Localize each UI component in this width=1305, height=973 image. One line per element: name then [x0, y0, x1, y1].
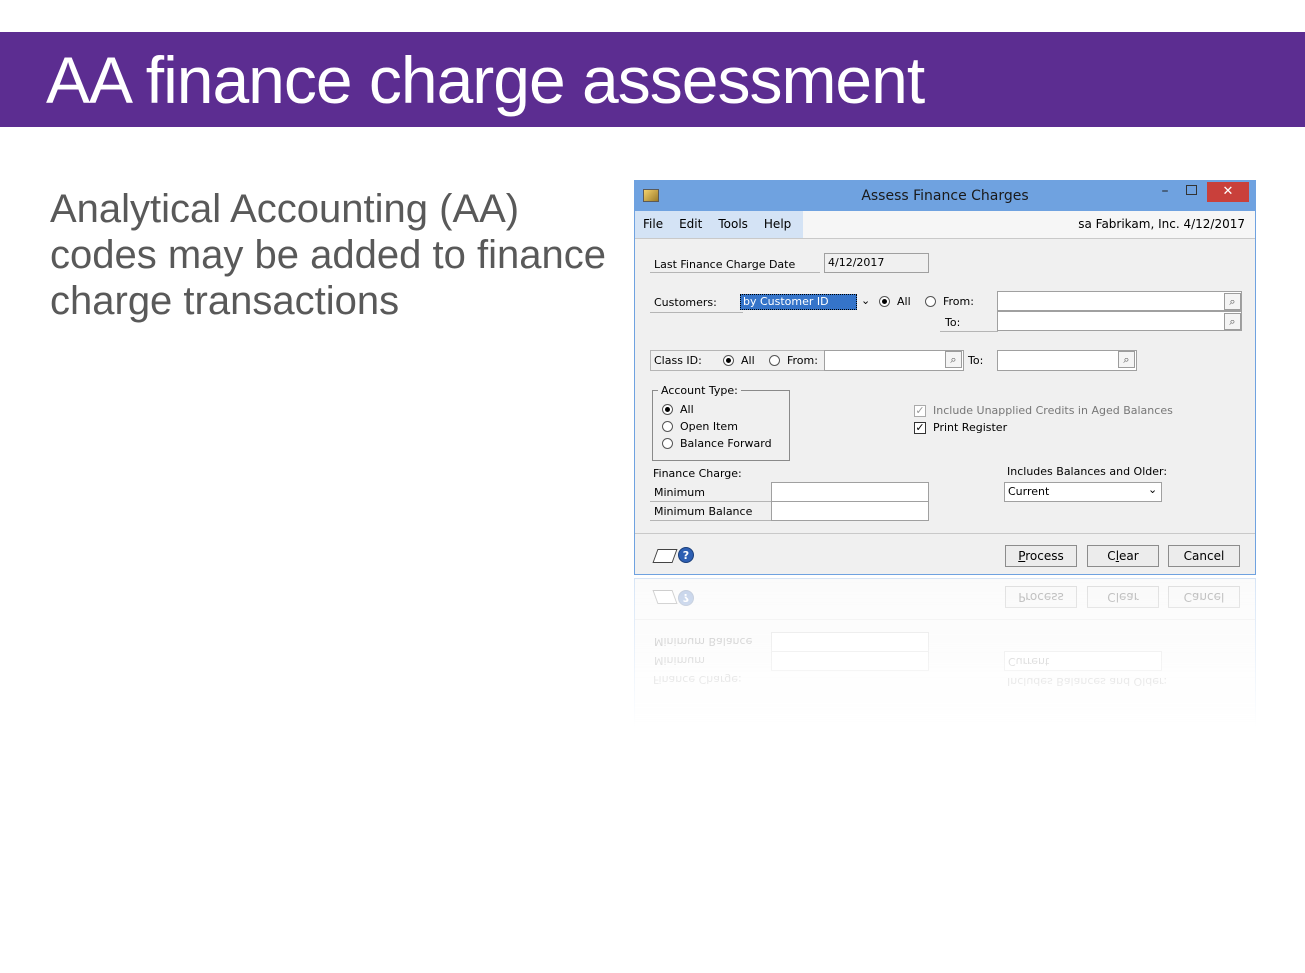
print-register-label: Print Register [933, 421, 1008, 434]
window-reflection: Finance Charge: Minimum Minimum Balance … [634, 578, 1256, 973]
process-button[interactable]: Process [1005, 545, 1077, 567]
account-type-label: Account Type: [658, 384, 741, 397]
divider [940, 331, 998, 332]
menu-edit[interactable]: Edit [671, 211, 710, 238]
minimum-balance-input [771, 632, 929, 652]
account-type-all-radio[interactable] [662, 404, 673, 415]
class-id-from-radio[interactable] [769, 355, 780, 366]
last-finance-charge-date-label: Last Finance Charge Date [654, 258, 796, 271]
class-id-from-input[interactable] [824, 350, 964, 371]
clear-button-label: ear [1119, 549, 1139, 563]
window-titlebar: Assess Finance Charges – ✕ [635, 181, 1255, 211]
process-button-label: rocess [1025, 549, 1064, 563]
clear-button-mnemonic: l [1115, 590, 1120, 604]
customers-sort-select[interactable]: by Customer ID [740, 294, 857, 310]
minimum-input[interactable] [771, 482, 929, 502]
maximize-button[interactable] [1181, 183, 1201, 199]
menu-tools[interactable]: Tools [710, 211, 756, 238]
help-icon: ? [678, 590, 694, 606]
class-id-from-label: From: [787, 354, 818, 367]
menu-file[interactable]: File [635, 211, 671, 238]
print-register-checkbox[interactable]: ✓ [914, 422, 926, 434]
class-id-to-input[interactable] [997, 350, 1137, 371]
includes-balances-select: Current [1004, 651, 1162, 671]
assess-finance-charges-window: Assess Finance Charges – ✕ File Edit Too… [634, 180, 1256, 575]
customers-to-label: To: [945, 316, 961, 329]
minimum-balance-label: Minimum Balance [654, 635, 753, 648]
minimum-input [771, 651, 929, 671]
customers-from-input[interactable] [997, 291, 1242, 311]
clear-button-c: C [1107, 549, 1116, 563]
process-button-mnemonic: P [1018, 590, 1026, 604]
customers-all-radio[interactable] [879, 296, 890, 307]
class-id-to-label: To: [968, 354, 984, 367]
includes-balances-label: Includes Balances and Older: [1007, 465, 1168, 478]
finance-charge-label: Finance Charge: [653, 467, 742, 480]
menu-bar: File Edit Tools Help sa Fabrikam, Inc. 4… [635, 211, 1255, 239]
customers-from-radio[interactable] [925, 296, 936, 307]
cancel-button: Cancel [1168, 586, 1240, 608]
customers-from-label: From: [943, 295, 974, 308]
chevron-down-icon[interactable]: ⌄ [1148, 483, 1157, 496]
minimize-button[interactable]: – [1155, 183, 1175, 201]
customers-to-input[interactable] [997, 311, 1242, 331]
minimum-balance-label: Minimum Balance [654, 505, 753, 518]
include-unapplied-label: Include Unapplied Credits in Aged Balanc… [933, 404, 1173, 417]
menu-help[interactable]: Help [756, 211, 799, 238]
finance-charge-label: Finance Charge: [653, 673, 742, 686]
include-unapplied-checkbox[interactable]: ✓ [914, 405, 926, 417]
clear-button: Clear [1087, 586, 1159, 608]
process-button-label: rocess [1025, 590, 1064, 604]
divider [650, 312, 743, 313]
clear-button-label: ear [1119, 590, 1139, 604]
account-type-balance-forward-label: Balance Forward [680, 437, 772, 450]
divider [650, 272, 820, 273]
divider [650, 501, 772, 502]
menu-items: File Edit Tools Help [635, 211, 804, 238]
lookup-icon[interactable]: ⌕ [1118, 351, 1135, 368]
slide-body-text: Analytical Accounting (AA) codes may be … [50, 187, 606, 323]
maximize-icon [1186, 185, 1197, 195]
lookup-icon[interactable]: ⌕ [1224, 293, 1241, 310]
customers-label: Customers: [654, 296, 717, 309]
lookup-icon[interactable]: ⌕ [945, 351, 962, 368]
slide-title: AA finance charge assessment [46, 43, 925, 117]
account-type-open-item-radio[interactable] [662, 421, 673, 432]
class-id-label: Class ID: [654, 354, 702, 367]
class-id-all-radio[interactable] [723, 355, 734, 366]
close-button[interactable]: ✕ [1207, 182, 1249, 202]
minimum-label: Minimum [654, 486, 705, 499]
class-id-all-label: All [741, 354, 755, 367]
chevron-down-icon[interactable]: ⌄ [861, 294, 870, 307]
account-type-open-item-label: Open Item [680, 420, 738, 433]
customers-all-label: All [897, 295, 911, 308]
account-type-all-label: All [680, 403, 694, 416]
clear-button[interactable]: Clear [1087, 545, 1159, 567]
minimum-label: Minimum [654, 654, 705, 667]
last-finance-charge-date-field: 4/12/2017 [824, 253, 929, 273]
footer-divider [635, 533, 1255, 534]
lookup-icon[interactable]: ⌕ [1224, 313, 1241, 330]
process-button: Process [1005, 586, 1077, 608]
minimum-balance-input[interactable] [771, 501, 929, 521]
includes-balances-label: Includes Balances and Older: [1007, 675, 1168, 688]
note-icon[interactable] [652, 549, 678, 563]
includes-balances-select[interactable]: Current [1004, 482, 1162, 502]
divider [650, 520, 772, 521]
footer-divider [635, 619, 1255, 620]
note-icon [652, 590, 678, 604]
account-type-balance-forward-radio[interactable] [662, 438, 673, 449]
cancel-button[interactable]: Cancel [1168, 545, 1240, 567]
help-icon[interactable]: ? [678, 547, 694, 563]
clear-button-c: C [1107, 590, 1116, 604]
status-info: sa Fabrikam, Inc. 4/12/2017 [1078, 217, 1245, 231]
